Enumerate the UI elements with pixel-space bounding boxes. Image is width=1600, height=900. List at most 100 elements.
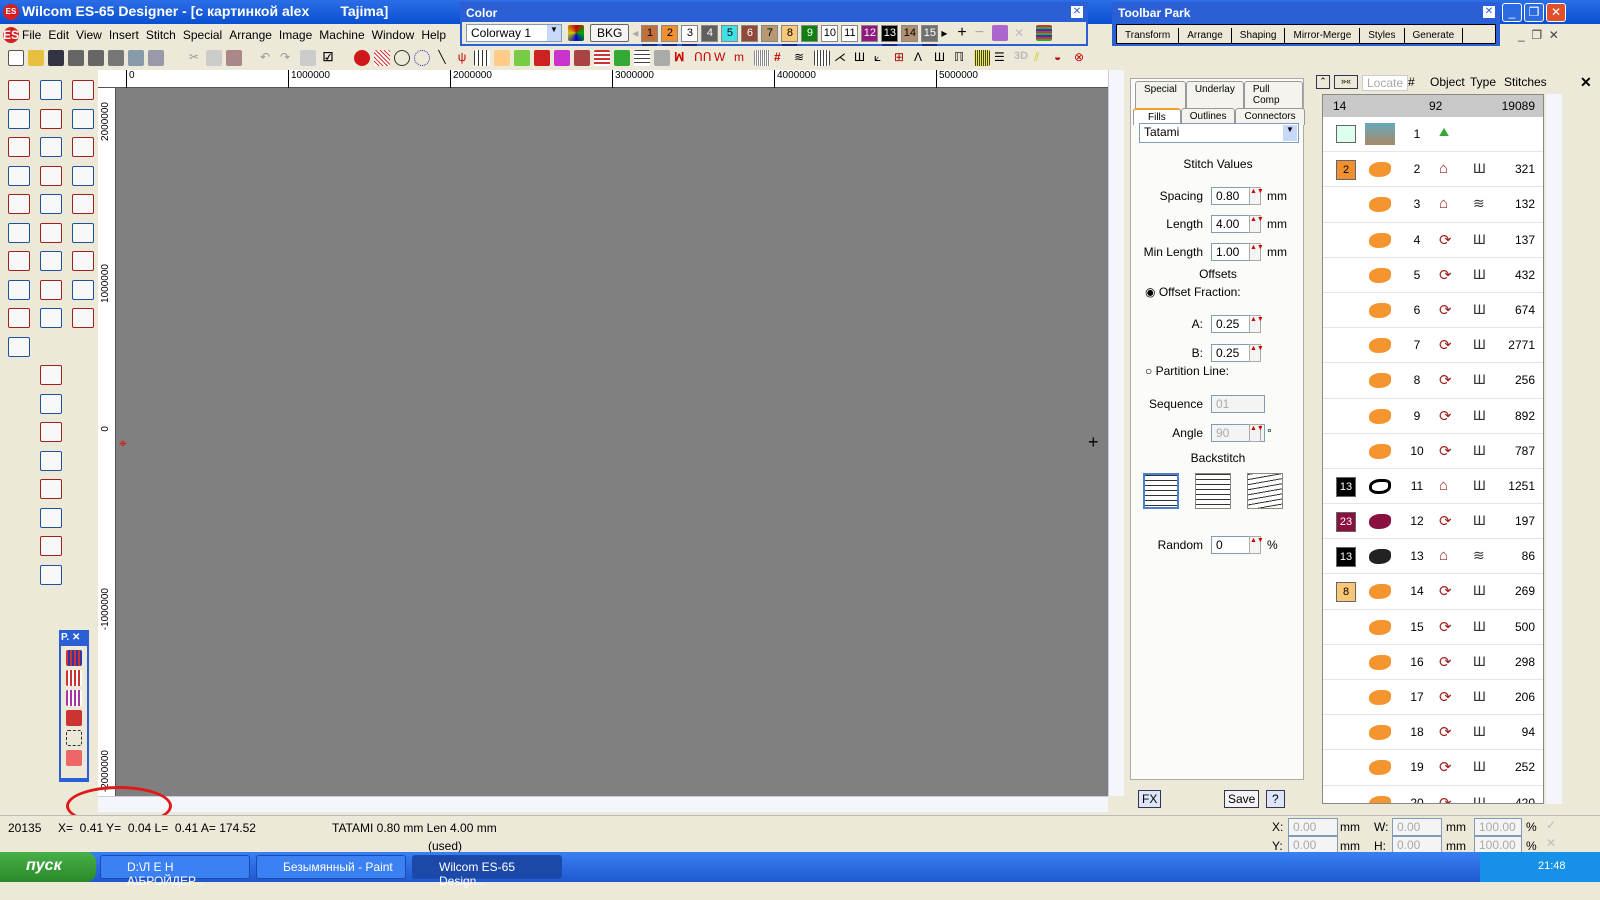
artwork-icon[interactable] (554, 50, 570, 66)
print-preview-icon[interactable] (128, 50, 144, 66)
colorway-select[interactable]: Colorway 1 ▼ (466, 24, 562, 42)
color-swatch-9[interactable]: 9 (801, 24, 819, 42)
color-swatch-6[interactable]: 6 (741, 24, 759, 42)
stipple-icon[interactable] (974, 50, 990, 66)
people-tool-icon[interactable] (40, 251, 62, 271)
copy-icon[interactable] (206, 50, 222, 66)
object-row[interactable]: 8 ⟳ Ш 14 269 (1323, 574, 1543, 610)
spacing-spinner[interactable]: ▲▼ (1249, 187, 1264, 205)
color-toolbar-close-icon[interactable]: ✕ (1071, 6, 1083, 18)
backstitch-option-2[interactable] (1195, 473, 1231, 509)
taskbar-item-folder[interactable]: D:\Л Е Н А\БРОЙДЕР... (100, 855, 250, 888)
color-chip[interactable]: 8 (1336, 582, 1356, 603)
zoom-tool-icon[interactable] (40, 536, 62, 556)
redo-icon[interactable]: ↷ (280, 50, 296, 66)
locate-button[interactable]: Locate (1362, 75, 1409, 91)
polygon-tool-icon[interactable] (40, 108, 62, 129)
tab-underlay[interactable]: Underlay (1185, 81, 1244, 108)
scroll-left-icon[interactable]: ◂ (632, 26, 638, 40)
stamp-tool-icon[interactable] (72, 222, 94, 243)
cap-icon[interactable]: ◒ (1054, 50, 1070, 66)
pattern-icon[interactable]: ℿ (954, 50, 970, 66)
sequence-input[interactable]: 01 (1211, 395, 1265, 413)
add-color-icon[interactable]: + (957, 24, 966, 42)
new-icon[interactable] (8, 50, 24, 66)
select-icon[interactable] (300, 50, 316, 66)
angle-spinner[interactable]: ▲▼ (1249, 424, 1264, 442)
shapes-icon[interactable] (534, 50, 550, 66)
ellipse-tool-icon[interactable] (72, 165, 94, 186)
shape-tool-icon[interactable] (72, 137, 94, 157)
curve-tool-icon[interactable] (40, 507, 62, 528)
color-swatch-11[interactable]: 11 (841, 24, 859, 42)
taskbar-item-wilcom[interactable]: Wilcom ES-65 Design... (412, 855, 562, 888)
vertical-scrollbar[interactable] (1108, 70, 1124, 796)
design-canvas[interactable]: ⌖ + (116, 88, 1108, 796)
radial-icon[interactable]: ⟀ (874, 50, 890, 66)
undo-icon[interactable]: ↶ (260, 50, 276, 66)
image-tool-icon[interactable] (72, 279, 94, 300)
edit-icon[interactable] (654, 50, 670, 66)
tab-styles[interactable]: Styles (1360, 28, 1405, 43)
print-icon[interactable] (108, 50, 124, 66)
object-row[interactable]: ⟳ Ш 19 252 (1323, 750, 1543, 786)
hoop-icon[interactable] (494, 50, 510, 66)
rectangle-tool-icon[interactable] (72, 194, 94, 214)
min_length-spinner[interactable]: ▲▼ (1249, 243, 1264, 261)
object-row[interactable]: 2 ⌂ Ш 2 321 (1323, 152, 1543, 188)
col-header-stitches[interactable]: Stitches (1504, 75, 1547, 89)
object-row[interactable]: ⟳ Ш 9 892 (1323, 399, 1543, 434)
color-swatch-15[interactable]: 15 (921, 24, 939, 46)
delete-color-icon[interactable]: ✕ (1014, 26, 1024, 40)
export-icon[interactable] (88, 50, 104, 66)
tab-shaping[interactable]: Shaping (1232, 28, 1286, 43)
horizontal-scrollbar[interactable] (98, 796, 1108, 812)
minimize-button[interactable]: _ (1502, 3, 1522, 22)
florentine-icon[interactable]: ⫽ (1034, 50, 1050, 66)
cut-icon[interactable]: ✂ (186, 50, 202, 66)
machine-icon[interactable] (148, 50, 164, 66)
color-swatch-13[interactable]: 13 (881, 24, 899, 46)
monogram-tool-icon[interactable] (72, 251, 94, 271)
fork-icon[interactable]: ψ (454, 50, 470, 66)
run-edit-tool-icon[interactable] (8, 194, 30, 214)
object-row[interactable]: ⟳ Ш 18 94 (1323, 715, 1543, 751)
stitch-type-icon[interactable] (66, 650, 82, 666)
color-swatch-12[interactable]: 12 (861, 24, 879, 42)
collapse-icon[interactable]: ⌃ (1316, 75, 1330, 89)
menu-edit[interactable]: Edit (48, 28, 69, 42)
apply-icon[interactable]: ✓ (1546, 818, 1556, 832)
a-spinner[interactable]: ▲▼ (1249, 315, 1264, 333)
color-swatch-3[interactable]: 3 (681, 24, 699, 46)
menu-view[interactable]: View (76, 28, 102, 42)
color-chip[interactable]: 13 (1336, 547, 1356, 568)
texture-tool-icon[interactable] (72, 308, 94, 328)
lettering-tool-icon[interactable] (40, 222, 62, 243)
col-header-number[interactable]: # (1408, 75, 1415, 89)
help-button[interactable]: ? (1266, 790, 1285, 808)
paste-icon[interactable] (226, 50, 242, 66)
target-tool-icon[interactable] (40, 564, 62, 585)
mini-toolbar-close-icon[interactable]: ✕ (72, 632, 80, 643)
open-icon[interactable] (28, 50, 44, 66)
stitch-run-tool-icon[interactable] (40, 365, 62, 385)
object-row[interactable]: ⟳ Ш 4 137 (1323, 223, 1543, 258)
menu-file[interactable]: File (22, 28, 41, 42)
run-icon[interactable]: ՈՈ (694, 50, 712, 66)
col-header-object[interactable]: Object (1430, 75, 1465, 89)
scale-x-input[interactable] (1474, 818, 1522, 836)
palette-icon[interactable] (568, 25, 584, 41)
stitch-line-tool-icon[interactable] (72, 80, 94, 100)
satin-icon[interactable]: ꟽ (674, 50, 690, 66)
close-list-icon[interactable]: ✕ (1580, 74, 1592, 91)
object-row[interactable]: ⌂ ≋ 3 132 (1323, 187, 1543, 223)
node-tool-icon[interactable] (40, 479, 62, 499)
lines-icon[interactable]: ☰ (994, 50, 1010, 66)
color-swatch-1[interactable]: 1 (641, 24, 659, 46)
object-row[interactable]: ⟳ Ш 8 256 (1323, 363, 1543, 399)
arc-tool-icon[interactable] (72, 108, 94, 129)
tab-mirror-merge[interactable]: Mirror-Merge (1285, 28, 1361, 43)
color-list-icon[interactable] (1036, 25, 1053, 41)
color-swatch-4[interactable]: 4 (701, 24, 719, 42)
color-swatch-5[interactable]: 5 (721, 24, 739, 42)
